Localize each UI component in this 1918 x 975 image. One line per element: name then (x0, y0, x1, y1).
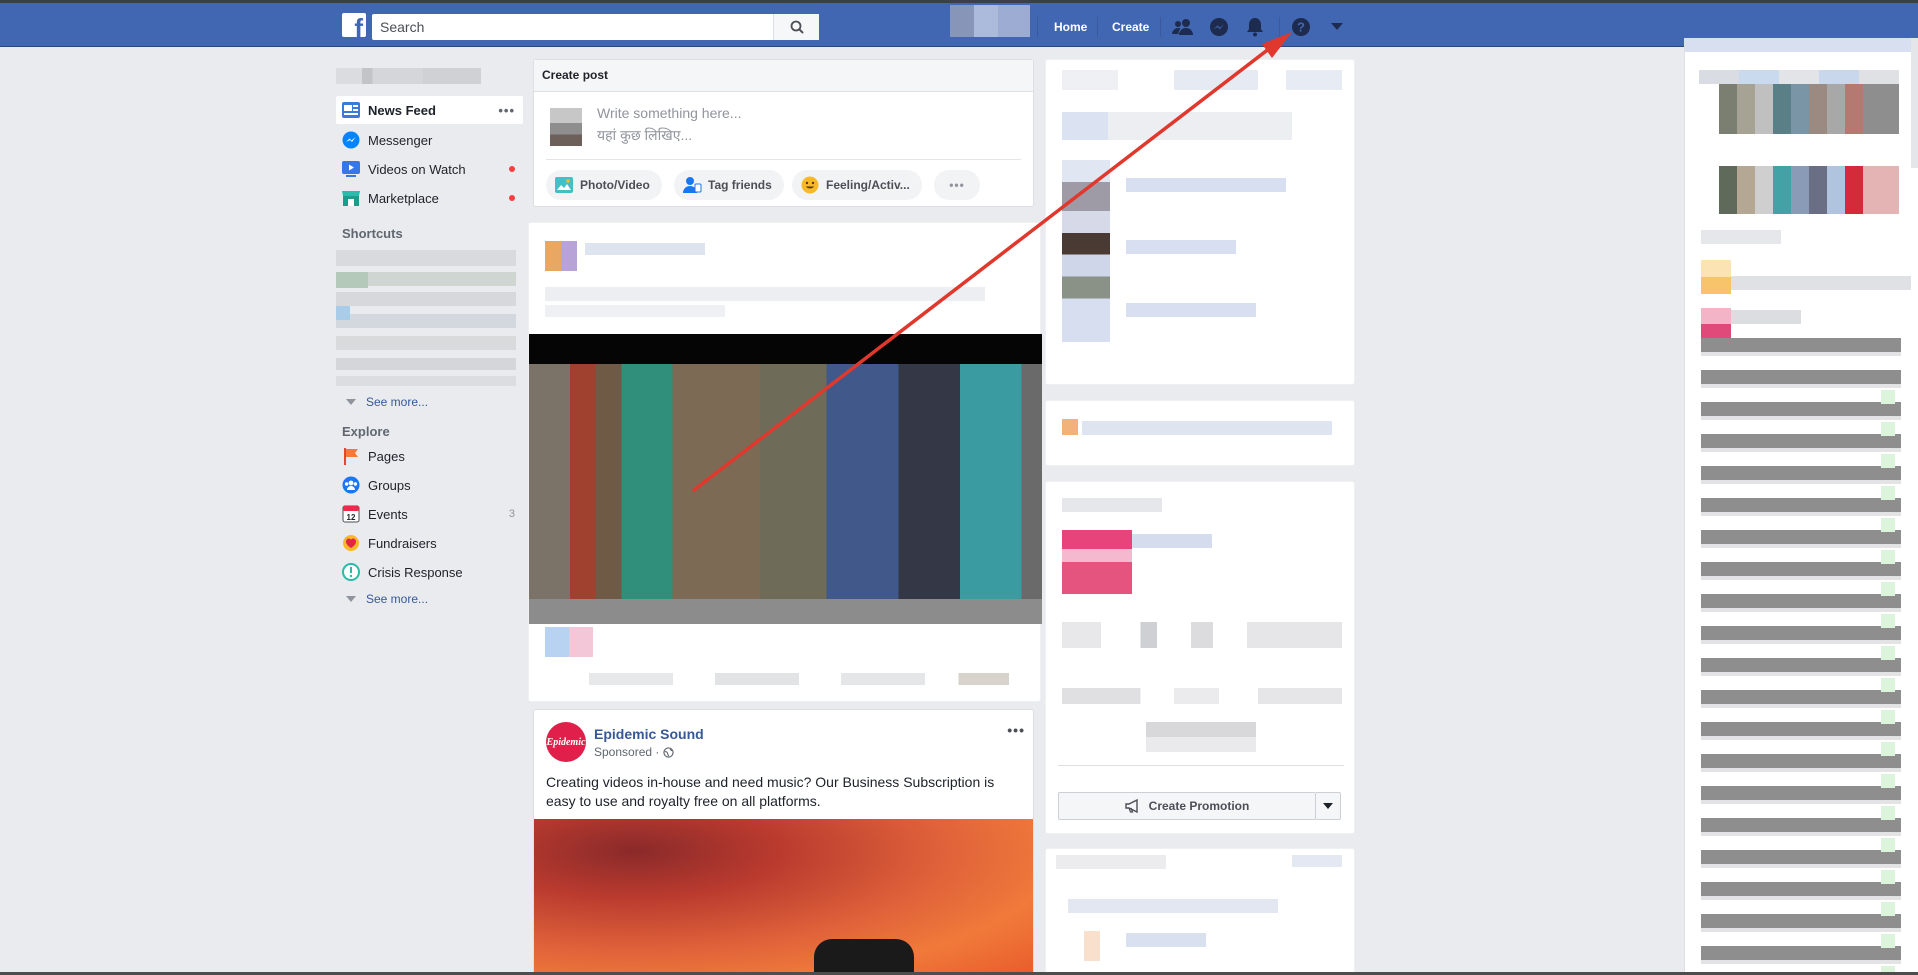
annotation-arrow (692, 32, 1292, 492)
